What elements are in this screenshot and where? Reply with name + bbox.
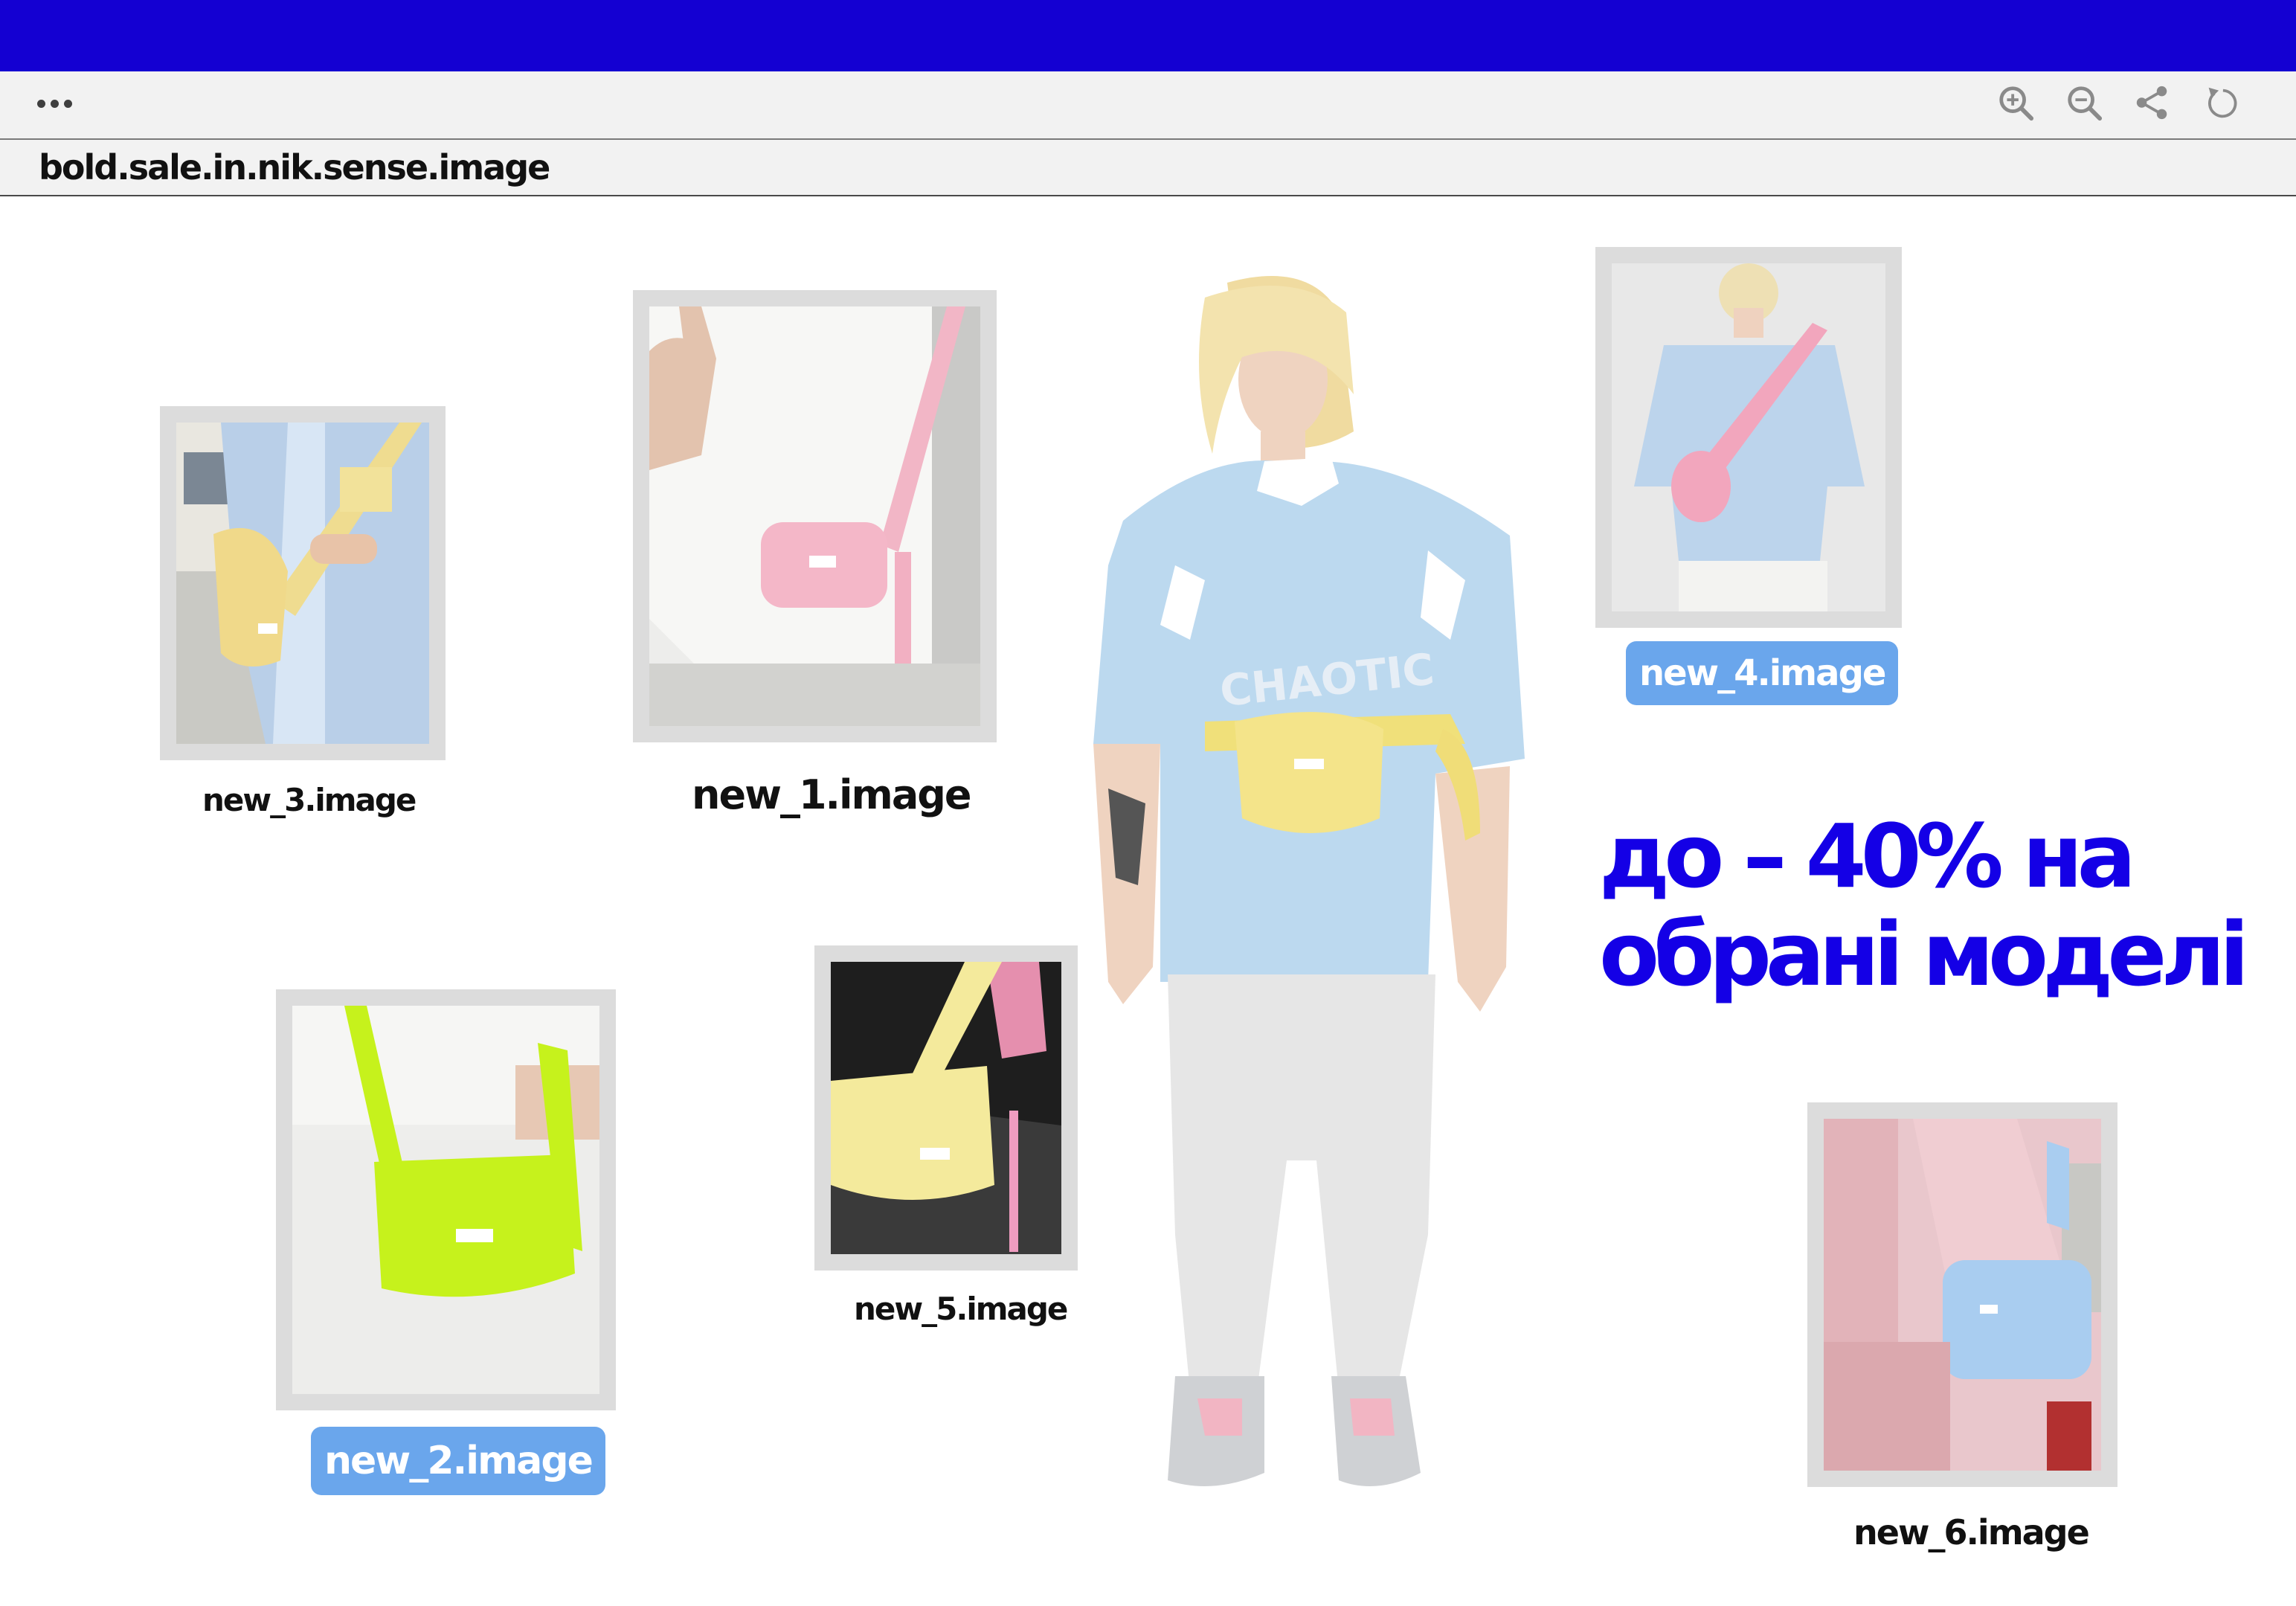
bag-photo [176, 423, 429, 744]
bag-photo [292, 1006, 599, 1394]
promo-line-2: обрані моделі [1599, 903, 2249, 1006]
address-text: bold.sale.in.nik.sense.image [39, 147, 550, 187]
viewer-toolbar [0, 71, 2296, 140]
more-dots-icon[interactable] [37, 100, 72, 108]
caption-new-2: new_2.image [311, 1427, 605, 1495]
bag-photo [1824, 1119, 2101, 1471]
caption-new-4: new_4.image [1626, 641, 1899, 705]
bag-photo [1612, 263, 1885, 611]
promo-headline: до – 40% на обрані моделі [1599, 805, 2249, 1006]
promo-line-1: до – 40% на [1599, 805, 2136, 908]
share-icon[interactable] [2133, 82, 2172, 123]
thumbnail-new-3[interactable] [160, 406, 446, 760]
thumbnail-new-2[interactable] [276, 989, 616, 1410]
thumbnail-new-4[interactable] [1595, 247, 1902, 628]
page: bold.sale.in.nik.sense.image new_3.image [0, 0, 2296, 1606]
zoom-out-icon[interactable] [2065, 82, 2103, 123]
caption-new-6: new_6.image [1853, 1512, 2090, 1552]
thumbnail-new-5[interactable] [814, 945, 1078, 1271]
caption-new-5: new_5.image [854, 1291, 1068, 1327]
zoom-in-icon[interactable] [1996, 82, 2035, 123]
bag-photo [831, 962, 1061, 1254]
toolbar-icons [1996, 82, 2240, 123]
refresh-icon[interactable] [2202, 82, 2240, 123]
top-accent-bar [0, 0, 2296, 71]
thumbnail-new-1[interactable] [633, 290, 997, 742]
thumbnail-new-6[interactable] [1807, 1102, 2117, 1487]
bag-photo [649, 306, 980, 726]
address-bar[interactable]: bold.sale.in.nik.sense.image [0, 140, 2296, 196]
model-photo: CHAOTIC [1093, 268, 1525, 1517]
caption-new-3: new_3.image [202, 782, 417, 818]
caption-new-1: new_1.image [692, 771, 972, 818]
